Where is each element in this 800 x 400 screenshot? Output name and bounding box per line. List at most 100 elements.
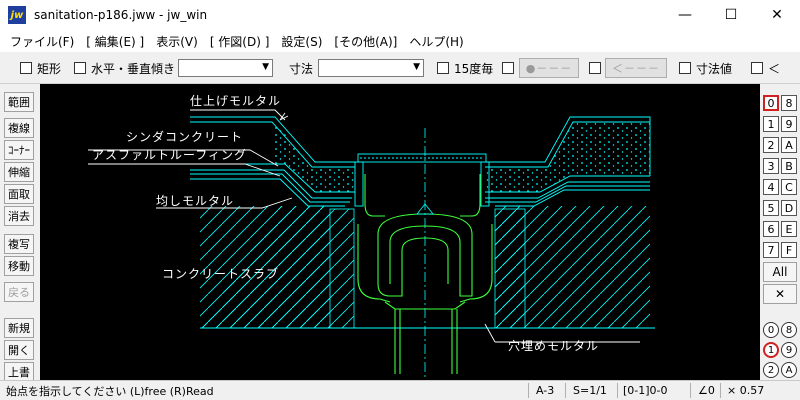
maximize-button[interactable]: ☐: [708, 0, 754, 30]
lt-checkbox-box[interactable]: [751, 62, 763, 74]
chevron-down-icon[interactable]: ▼: [262, 62, 269, 72]
tool-corner[interactable]: ｺｰﾅｰ: [4, 140, 34, 160]
deg15-checkbox[interactable]: 15度毎: [437, 52, 493, 84]
drain-grate: [354, 153, 490, 207]
dim-label: 寸法: [289, 61, 314, 76]
menu-view[interactable]: 表示(V): [150, 33, 204, 50]
status-message: 始点を指示してください (L)free (R)Read: [6, 384, 214, 398]
title-bar: jw sanitation-p186.jww - jw_win — ☐ ✕: [0, 0, 800, 30]
menu-help[interactable]: ヘルプ(H): [403, 33, 469, 50]
layer-button-3[interactable]: 3: [763, 158, 779, 174]
close-button[interactable]: ✕: [754, 0, 800, 30]
menu-other[interactable]: [その他(A)]: [328, 33, 403, 50]
app-icon: jw: [8, 6, 26, 24]
tool-save[interactable]: 上書: [4, 362, 34, 382]
layer-button-4[interactable]: 4: [763, 179, 779, 195]
tool-new[interactable]: 新規: [4, 318, 34, 338]
circle-line-button[interactable]: ●－－－: [519, 58, 579, 78]
tool-range[interactable]: 範囲: [4, 92, 34, 112]
dim-combo[interactable]: ▼: [318, 59, 424, 77]
arrow-line-button[interactable]: ＜－－－: [605, 58, 667, 78]
layer-group-8[interactable]: 8: [781, 322, 797, 338]
layer-group-2[interactable]: 2: [763, 362, 779, 378]
tool-stretch[interactable]: 伸縮: [4, 162, 34, 182]
layer-button-b[interactable]: B: [781, 158, 797, 174]
layer-group-9[interactable]: 9: [781, 342, 797, 358]
menu-draw[interactable]: [ 作図(D) ]: [204, 33, 276, 50]
deg15-checkbox-box[interactable]: [437, 62, 449, 74]
tool-open[interactable]: 開く: [4, 340, 34, 360]
status-angle[interactable]: ∠0: [698, 381, 715, 400]
right-sleeve: [494, 208, 526, 329]
label-cinder-concrete: シンダコンクリート: [126, 130, 244, 144]
tool-move[interactable]: 移動: [4, 256, 34, 276]
layer-button-9[interactable]: 9: [781, 116, 797, 132]
menu-file[interactable]: ファイル(F): [4, 33, 80, 50]
tool-copy[interactable]: 複写: [4, 234, 34, 254]
tilt-label: 傾き: [151, 61, 176, 76]
label-concrete-slab: コンクリートスラブ: [162, 267, 280, 281]
lt-checkbox[interactable]: ＜: [751, 52, 780, 84]
jw-cad-window: jw sanitation-p186.jww - jw_win — ☐ ✕ ファ…: [0, 0, 800, 400]
menu-edit[interactable]: [ 編集(E) ]: [80, 33, 150, 50]
layer-button-f[interactable]: F: [781, 242, 797, 258]
status-paper-size[interactable]: A-3: [536, 381, 554, 400]
window-title: sanitation-p186.jww - jw_win: [34, 8, 208, 22]
right-cinder-fill: [485, 122, 650, 192]
tool-undo[interactable]: 戻る: [4, 282, 34, 302]
control-bar: 矩形 水平・垂直 傾き ▼ 寸法 ▼ 15度毎 ●－－－ ＜－－－ 寸法値 ＜: [0, 52, 800, 84]
layer-button-6[interactable]: 6: [763, 221, 779, 237]
rect-checkbox[interactable]: 矩形: [20, 52, 61, 84]
layer-button-c[interactable]: C: [781, 179, 797, 195]
rect-label: 矩形: [37, 61, 62, 76]
status-divider: [617, 383, 618, 398]
menu-settings[interactable]: 設定(S): [275, 33, 328, 50]
circle-checkbox[interactable]: [502, 52, 519, 84]
layer-group-a[interactable]: A: [781, 362, 797, 378]
layer-button-7[interactable]: 7: [763, 242, 779, 258]
status-divider: [528, 383, 529, 398]
label-asphalt-roofing: アスファルトルーフィング: [92, 148, 248, 162]
arrow-checkbox-box[interactable]: [589, 62, 601, 74]
layer-button-2[interactable]: 2: [763, 137, 779, 153]
layer-button-d[interactable]: D: [781, 200, 797, 216]
tool-chamfer[interactable]: 面取: [4, 184, 34, 204]
dimval-checkbox[interactable]: 寸法値: [679, 52, 732, 84]
layer-button-5[interactable]: 5: [763, 200, 779, 216]
layer-button-a[interactable]: A: [781, 137, 797, 153]
hv-checkbox-box[interactable]: [74, 62, 86, 74]
dimval-checkbox-box[interactable]: [679, 62, 691, 74]
tool-erase[interactable]: 消去: [4, 206, 34, 226]
status-divider: [720, 383, 721, 398]
tool-palette: 範囲 複線 ｺｰﾅｰ 伸縮 面取 消去 複写 移動 戻る 新規 開く 上書: [0, 84, 40, 382]
layer-all-button[interactable]: All: [763, 262, 797, 282]
arrow-checkbox[interactable]: [589, 52, 606, 84]
dimval-label: 寸法値: [696, 61, 733, 76]
hv-checkbox[interactable]: 水平・垂直: [74, 52, 151, 84]
drawing-canvas[interactable]: 仕上げモルタル シンダコンクリート アスファルトルーフィング 均しモルタル コン…: [40, 84, 760, 380]
circle-checkbox-box[interactable]: [502, 62, 514, 74]
label-leveling-mortar: 均しモルタル: [156, 194, 235, 208]
minimize-button[interactable]: —: [662, 0, 708, 30]
status-factor[interactable]: × 0.57: [727, 381, 764, 400]
layer-x-button[interactable]: ✕: [763, 284, 797, 304]
status-divider: [690, 383, 691, 398]
layer-button-0[interactable]: 0: [763, 95, 779, 111]
layer-group-1[interactable]: 1: [763, 342, 779, 358]
status-layer[interactable]: [0-1]0-0: [623, 381, 668, 400]
hv-label: 水平・垂直: [91, 61, 152, 76]
status-scale[interactable]: S=1/1: [573, 381, 607, 400]
tilt-combo[interactable]: ▼: [178, 59, 273, 77]
tool-offset[interactable]: 複線: [4, 118, 34, 138]
lt-label: ＜: [768, 61, 781, 76]
chevron-down-icon[interactable]: ▼: [413, 62, 420, 72]
layer-button-e[interactable]: E: [781, 221, 797, 237]
label-hole-mortar: 穴埋めモルタル: [508, 339, 600, 353]
rect-checkbox-box[interactable]: [20, 62, 32, 74]
layer-button-1[interactable]: 1: [763, 116, 779, 132]
label-finish-mortar: 仕上げモルタル: [190, 94, 282, 108]
layer-button-8[interactable]: 8: [781, 95, 797, 111]
menu-bar: ファイル(F) [ 編集(E) ] 表示(V) [ 作図(D) ] 設定(S) …: [0, 30, 800, 52]
layer-group-0[interactable]: 0: [763, 322, 779, 338]
left-sleeve: [329, 208, 355, 329]
